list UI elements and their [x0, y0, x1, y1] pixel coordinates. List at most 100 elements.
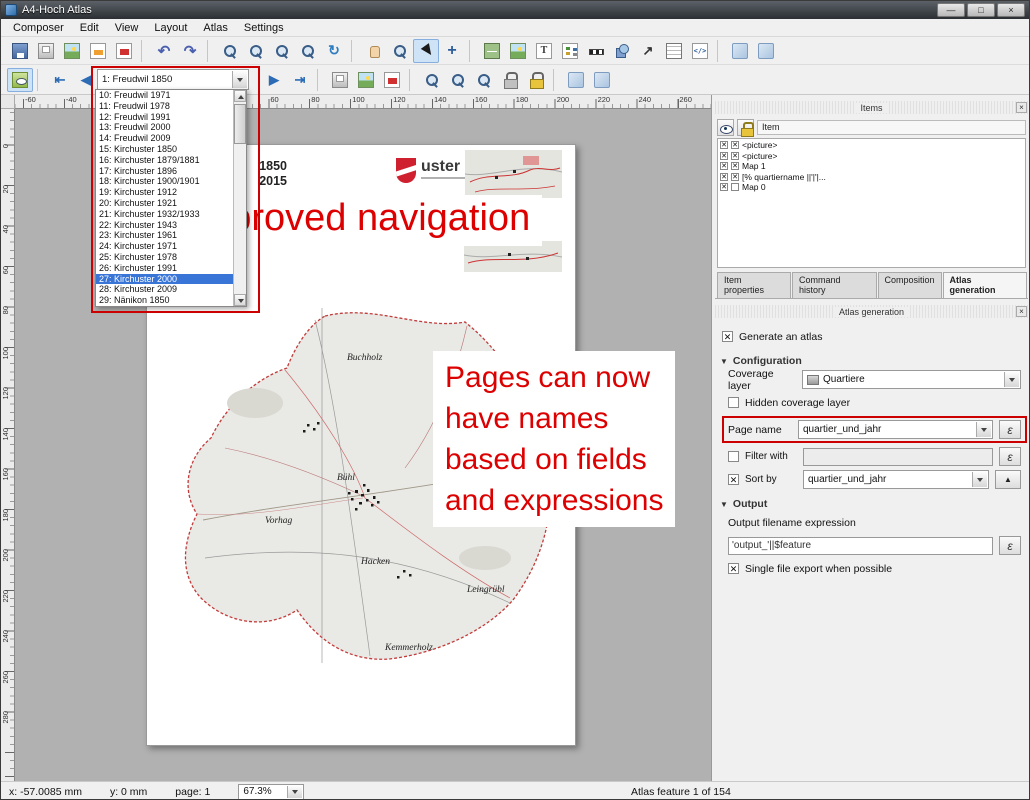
scroll-down-icon[interactable] — [234, 294, 246, 306]
dropdown-item[interactable]: 17: Kirchuster 1896 — [96, 166, 233, 177]
next-feature-button[interactable]: ▶ — [261, 68, 287, 92]
chevron-down-icon[interactable] — [976, 422, 991, 437]
first-feature-button[interactable]: ⇤ — [47, 68, 73, 92]
add-image-button[interactable] — [505, 39, 531, 63]
dropdown-item[interactable]: 25: Kirchuster 1978 — [96, 252, 233, 263]
filter-expression-input[interactable] — [803, 448, 993, 466]
export-pdf-button[interactable] — [111, 39, 137, 63]
item-row[interactable]: ✕ ✕ [% quartiername ||'|'|... — [718, 172, 1025, 183]
select-move-item-button[interactable] — [413, 39, 439, 63]
panel-tab[interactable]: Composition — [878, 272, 942, 298]
single-file-checkbox[interactable]: ✕ — [728, 563, 739, 574]
visibility-checkbox[interactable]: ✕ — [720, 141, 728, 149]
atlas-feature-dropdown[interactable]: 10: Freudwil 197111: Freudwil 197812: Fr… — [95, 89, 247, 307]
zoom-out-alt-button[interactable] — [471, 68, 497, 92]
add-shape-button[interactable] — [609, 39, 635, 63]
unlock-items-button[interactable] — [523, 68, 549, 92]
group-items-button[interactable] — [727, 39, 753, 63]
add-legend-button[interactable] — [557, 39, 583, 63]
refresh-button[interactable]: ↻ — [321, 39, 347, 63]
atlas-preview-button[interactable] — [7, 68, 33, 92]
add-table-button[interactable] — [661, 39, 687, 63]
page-name-combo[interactable]: quartier_und_jahr — [798, 420, 993, 439]
export-svg-button[interactable] — [85, 39, 111, 63]
redo-button[interactable]: ↷ — [177, 39, 203, 63]
dropdown-item[interactable]: 13: Freudwil 2000 — [96, 122, 233, 133]
add-html-button[interactable] — [687, 39, 713, 63]
menu-item[interactable]: Atlas — [195, 20, 235, 36]
dropdown-item[interactable]: 19: Kirchuster 1912 — [96, 187, 233, 198]
sort-ascending-button[interactable]: ▲ — [995, 470, 1021, 489]
lock-checkbox[interactable]: ✕ — [731, 173, 739, 181]
dropdown-item[interactable]: 18: Kirchuster 1900/1901 — [96, 176, 233, 187]
output-expression-button[interactable]: ε — [999, 536, 1021, 555]
dropdown-item[interactable]: 12: Freudwil 1991 — [96, 112, 233, 123]
maximize-button[interactable]: □ — [967, 3, 995, 17]
zoom-out-button[interactable] — [295, 39, 321, 63]
export-atlas-image-button[interactable] — [353, 68, 379, 92]
collapse-icon[interactable]: ▼ — [720, 357, 728, 366]
menu-item[interactable]: Layout — [146, 20, 195, 36]
dropdown-item[interactable]: 16: Kirchuster 1879/1881 — [96, 155, 233, 166]
zoom-tool-button[interactable] — [387, 39, 413, 63]
dropdown-item[interactable]: 28: Kirchuster 2009 — [96, 284, 233, 295]
close-button[interactable]: × — [997, 3, 1025, 17]
hidden-coverage-checkbox[interactable]: ✕ — [728, 397, 739, 408]
dropdown-item[interactable]: 20: Kirchuster 1921 — [96, 198, 233, 209]
output-filename-input[interactable] — [728, 537, 993, 555]
page-settings-button[interactable] — [589, 68, 615, 92]
visibility-checkbox[interactable]: ✕ — [720, 183, 728, 191]
sort-by-combo[interactable]: quartier_und_jahr — [803, 470, 989, 489]
chevron-down-icon[interactable] — [232, 71, 247, 88]
print-atlas-button[interactable] — [327, 68, 353, 92]
add-scalebar-button[interactable] — [583, 39, 609, 63]
lock-items-button[interactable] — [737, 119, 754, 136]
zoom-actual-button[interactable] — [243, 39, 269, 63]
menu-item[interactable]: Edit — [72, 20, 107, 36]
dropdown-item[interactable]: 24: Kirchuster 1971 — [96, 241, 233, 252]
collapse-icon[interactable]: ▼ — [720, 500, 728, 509]
chevron-down-icon[interactable] — [1004, 372, 1019, 387]
undo-button[interactable]: ↶ — [151, 39, 177, 63]
lock-items-button[interactable] — [497, 68, 523, 92]
lock-checkbox[interactable]: ✕ — [731, 162, 739, 170]
configuration-group-header[interactable]: ▼ Configuration — [720, 355, 1023, 367]
panel-tab[interactable]: Command history — [792, 272, 877, 298]
previous-feature-button[interactable]: ◀ — [73, 68, 99, 92]
add-map-button[interactable] — [479, 39, 505, 63]
coverage-layer-combo[interactable]: Quartiere — [802, 370, 1021, 389]
panel-tab[interactable]: Atlas generation — [943, 272, 1027, 298]
filter-with-checkbox[interactable]: ✕ — [728, 451, 739, 462]
minimize-button[interactable]: — — [937, 3, 965, 17]
visibility-checkbox[interactable]: ✕ — [720, 152, 728, 160]
item-row[interactable]: ✕ ✕ Map 1 — [718, 161, 1025, 172]
zoom-in-button[interactable] — [269, 39, 295, 63]
zoom-full-extent-button[interactable] — [419, 68, 445, 92]
add-pages-button[interactable] — [563, 68, 589, 92]
last-feature-button[interactable]: ⇥ — [287, 68, 313, 92]
toggle-visibility-button[interactable] — [717, 119, 734, 136]
menu-item[interactable]: View — [107, 20, 147, 36]
menu-item[interactable]: Settings — [236, 20, 292, 36]
lock-checkbox[interactable]: ✕ — [731, 141, 739, 149]
chevron-down-icon[interactable] — [972, 472, 987, 487]
item-row[interactable]: ✕ ✕ <picture> — [718, 140, 1025, 151]
add-arrow-button[interactable]: ↗ — [635, 39, 661, 63]
move-item-content-button[interactable] — [439, 39, 465, 63]
menu-item[interactable]: Composer — [5, 20, 72, 36]
items-list[interactable]: ✕ ✕ <picture> ✕ ✕ <picture> ✕ ✕ Map 1 — [717, 138, 1026, 268]
dropdown-item[interactable]: 26: Kirchuster 1991 — [96, 263, 233, 274]
item-row[interactable]: ✕ ✕ <picture> — [718, 151, 1025, 162]
panel-tab[interactable]: Item properties — [717, 272, 791, 298]
dropdown-item[interactable]: 23: Kirchuster 1961 — [96, 230, 233, 241]
print-button[interactable] — [33, 39, 59, 63]
filter-expression-button[interactable]: ε — [999, 447, 1021, 466]
item-row[interactable]: ✕ ✕ Map 0 — [718, 182, 1025, 193]
visibility-checkbox[interactable]: ✕ — [720, 162, 728, 170]
chevron-down-icon[interactable] — [287, 786, 302, 798]
add-label-button[interactable] — [531, 39, 557, 63]
atlas-panel-header[interactable]: Atlas generation × — [715, 305, 1028, 318]
lock-checkbox[interactable]: ✕ — [731, 183, 739, 191]
dropdown-item[interactable]: 11: Freudwil 1978 — [96, 101, 233, 112]
output-group-header[interactable]: ▼ Output — [720, 498, 1023, 510]
